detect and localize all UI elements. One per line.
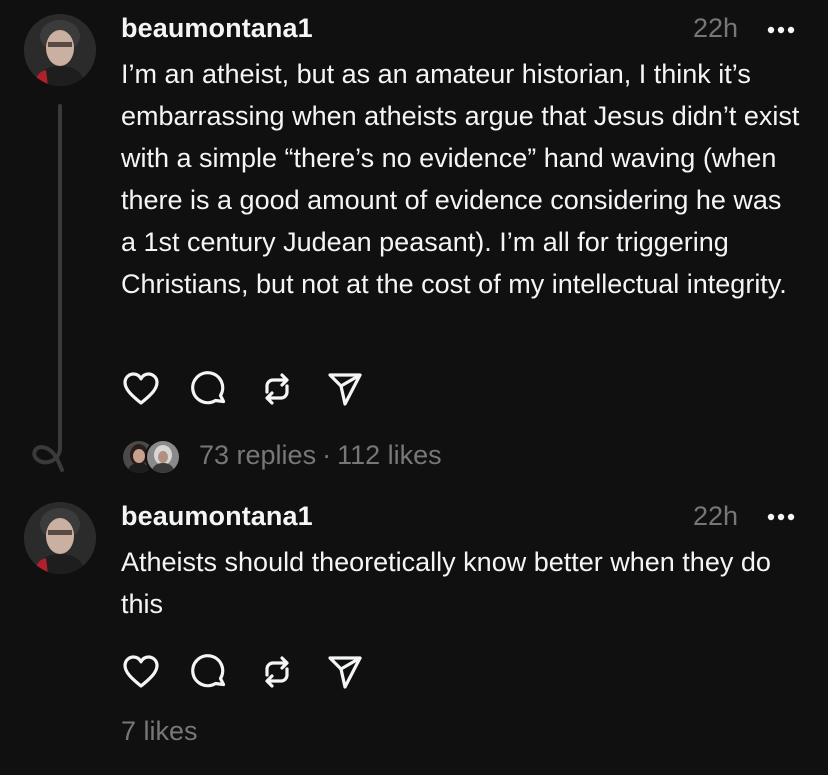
avatar xyxy=(145,439,181,475)
thread-post: beaumontana1 22h I’m an atheist, but as … xyxy=(0,0,828,490)
thread-line xyxy=(58,104,62,432)
heart-icon xyxy=(123,655,159,688)
stats-separator: · xyxy=(322,439,332,470)
thread-post: beaumontana1 22h Atheists should theoret… xyxy=(0,490,828,775)
post-text: Atheists should theoretically know bette… xyxy=(121,547,771,619)
comment-bubble-icon xyxy=(191,654,226,688)
avatar[interactable] xyxy=(24,502,96,574)
likes-count[interactable]: 112 likes xyxy=(337,440,442,471)
post-actions xyxy=(121,367,393,411)
reply-button[interactable] xyxy=(189,369,229,409)
username[interactable]: beaumontana1 xyxy=(121,501,313,532)
post-stats: 73 replies · 112 likes xyxy=(121,437,442,475)
post-actions xyxy=(121,650,393,694)
share-button[interactable] xyxy=(325,652,365,692)
post-time: 22h xyxy=(692,13,738,43)
avatar-image xyxy=(24,502,96,574)
more-horizontal-icon[interactable] xyxy=(767,512,795,522)
repost-button[interactable] xyxy=(257,652,297,692)
like-button[interactable] xyxy=(121,369,161,409)
post-time: 22h xyxy=(692,501,738,531)
repost-button[interactable] xyxy=(257,369,297,409)
avatar[interactable] xyxy=(24,14,96,86)
share-button[interactable] xyxy=(325,369,365,409)
avatar-image xyxy=(24,14,96,86)
repost-icon xyxy=(265,656,289,688)
post-text: I’m an atheist, but as an amateur histor… xyxy=(121,59,800,299)
comment-bubble-icon xyxy=(191,371,226,405)
username[interactable]: beaumontana1 xyxy=(121,13,313,44)
send-icon xyxy=(328,373,362,406)
more-horizontal-icon[interactable] xyxy=(767,25,795,35)
reply-button[interactable] xyxy=(189,652,229,692)
post-stats: 7 likes xyxy=(121,713,198,749)
reply-avatars xyxy=(121,437,181,475)
like-button[interactable] xyxy=(121,652,161,692)
send-icon xyxy=(328,656,362,689)
thread-loop-icon xyxy=(32,426,64,472)
repost-icon xyxy=(265,373,289,405)
replies-count[interactable]: 73 replies xyxy=(199,440,316,471)
heart-icon xyxy=(123,372,159,405)
likes-count[interactable]: 7 likes xyxy=(121,716,198,747)
